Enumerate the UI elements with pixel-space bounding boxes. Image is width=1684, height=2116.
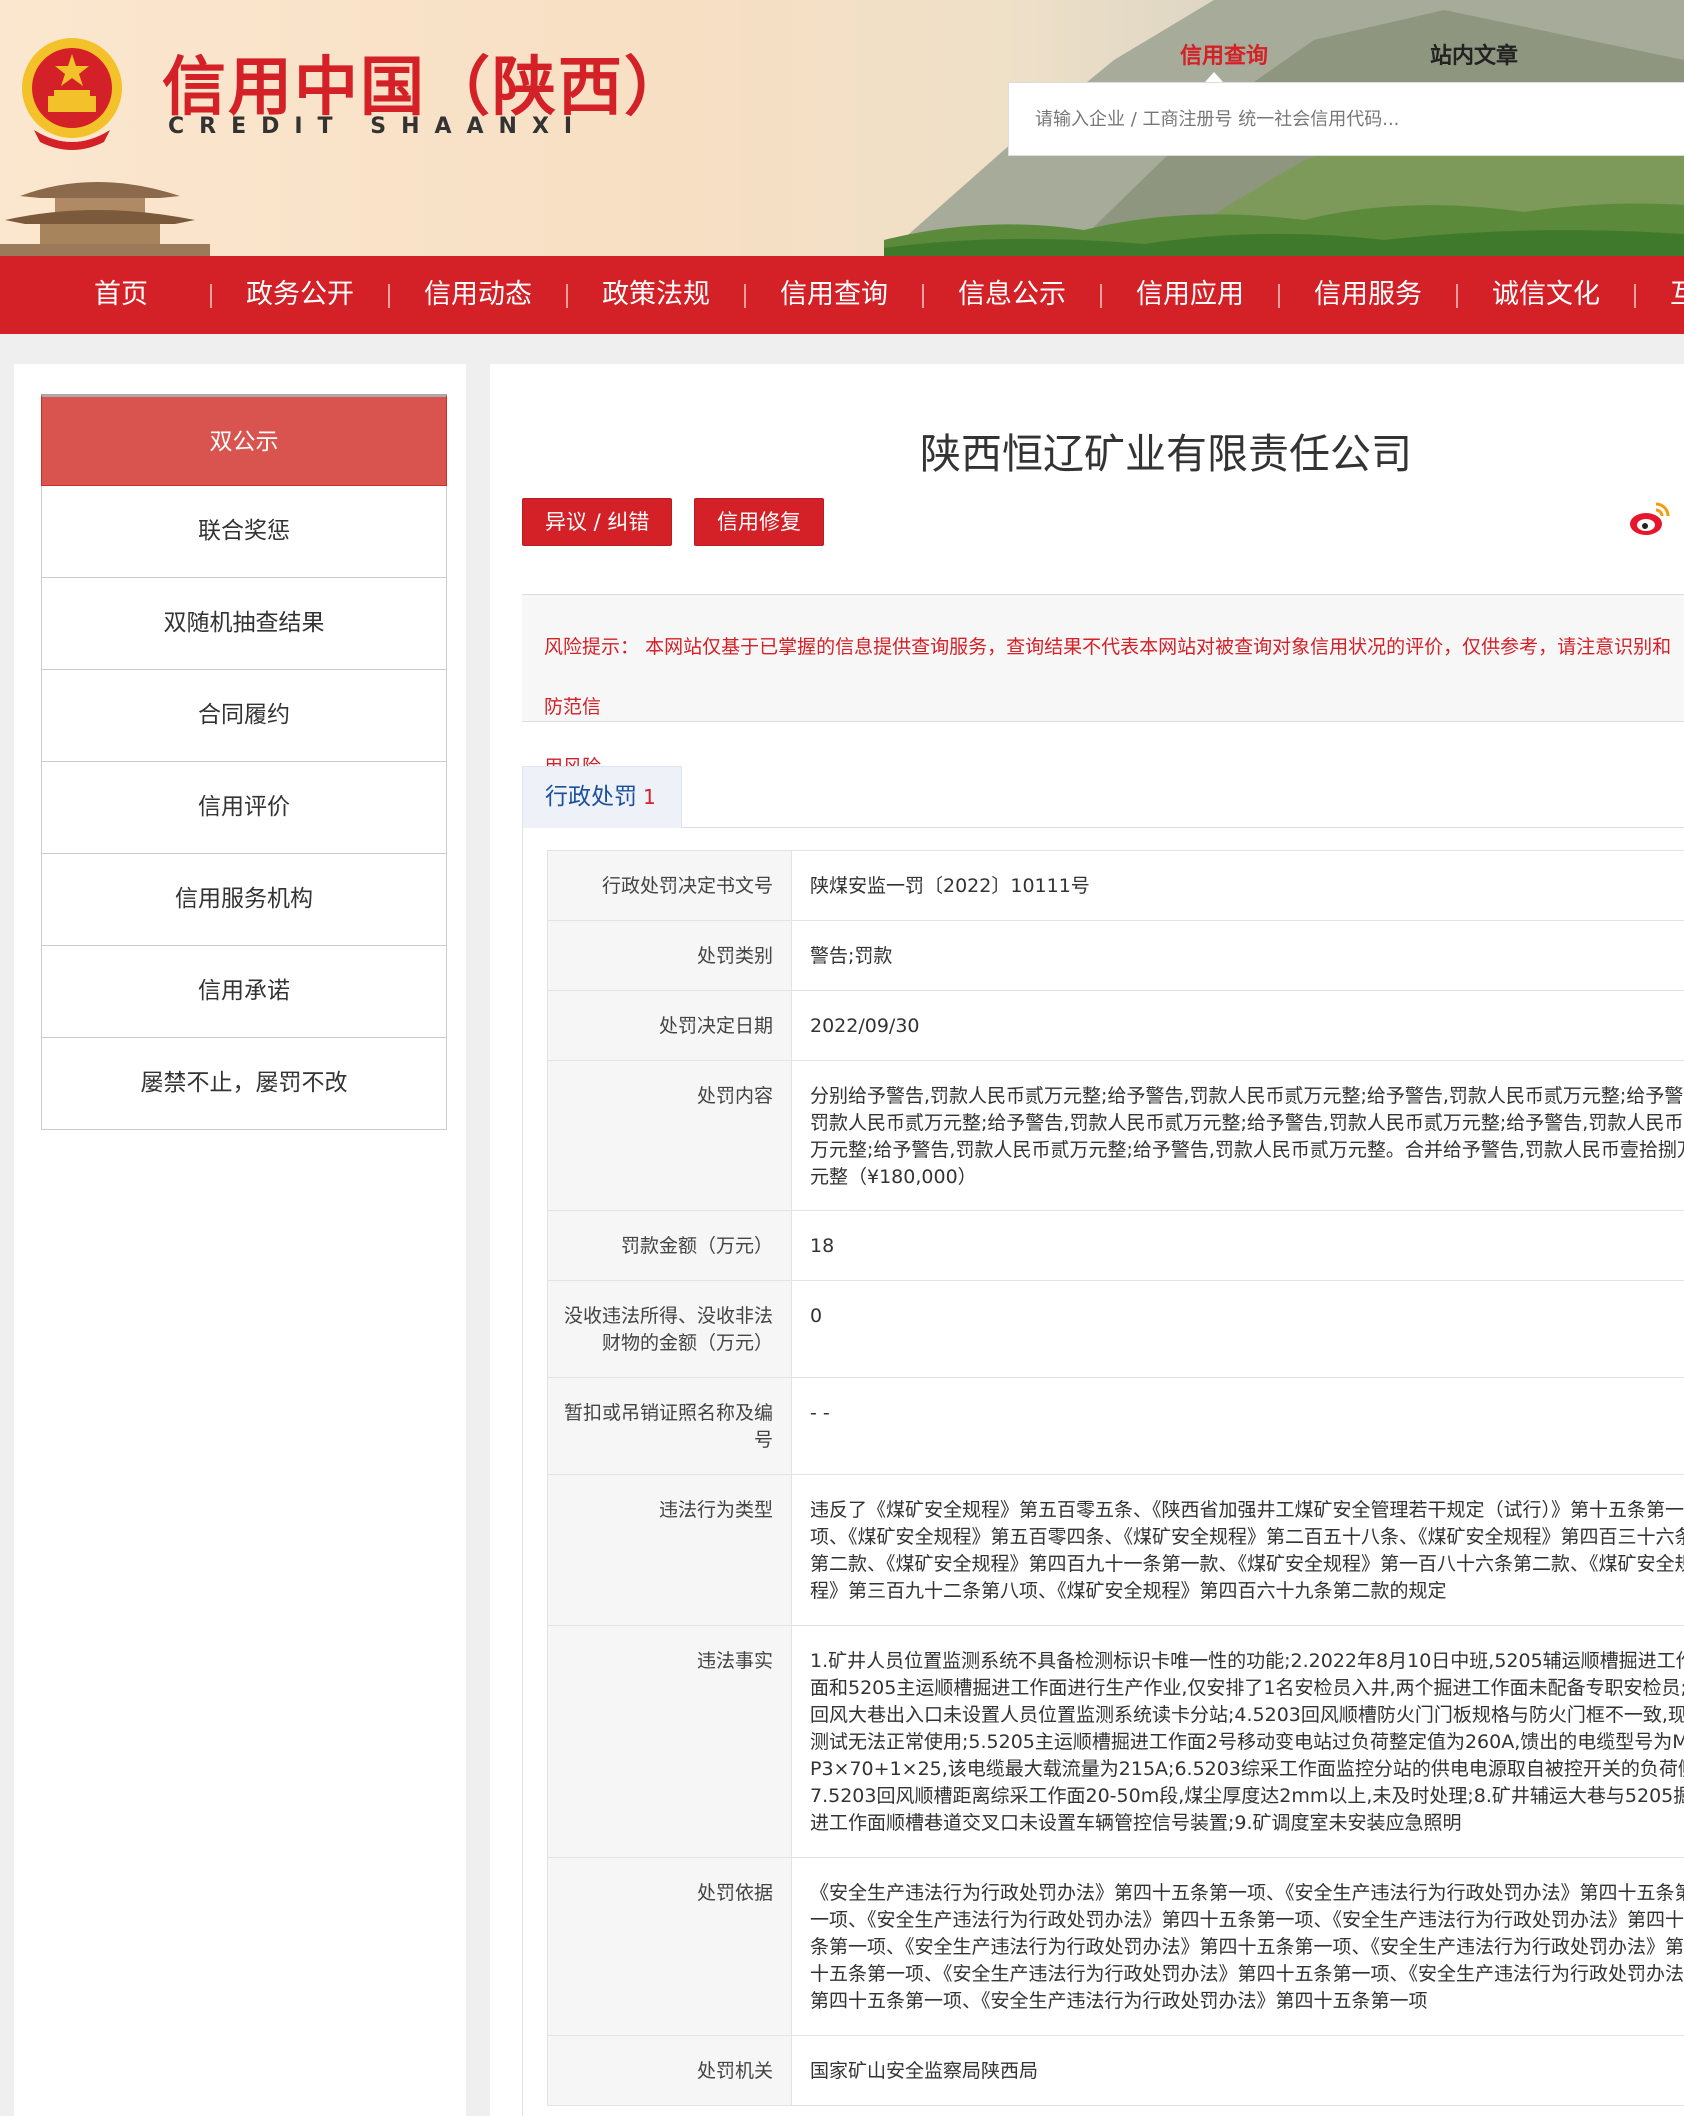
nav-separator <box>744 284 746 308</box>
nav-item-credit-application[interactable]: 信用应用 <box>1136 256 1244 334</box>
table-row: 暂扣或吊销证照名称及编号 - - <box>547 1377 1684 1475</box>
row-value: 2022/09/30 <box>791 990 1684 1061</box>
row-value-text: 违反了《煤矿安全规程》第五百零五条、《陕西省加强井工煤矿安全管理若干规定（试行）… <box>810 1499 1684 1602</box>
nav-item-credit-service[interactable]: 信用服务 <box>1314 256 1422 334</box>
row-value: 0 <box>791 1280 1684 1378</box>
table-row: 处罚类别 警告;罚款 <box>547 920 1684 991</box>
table-row: 处罚决定日期 2022/09/30 <box>547 990 1684 1061</box>
penalty-panel: 行政处罚决定书文号 陕煤安监一罚〔2022〕10111号 处罚类别 警告;罚款 … <box>522 828 1684 2116</box>
row-label: 违法行为类型 <box>547 1474 792 1626</box>
tab-credit-query[interactable]: 信用查询 <box>1180 38 1268 70</box>
nav-item-policy[interactable]: 政策法规 <box>602 256 710 334</box>
table-row: 行政处罚决定书文号 陕煤安监一罚〔2022〕10111号 <box>547 850 1684 921</box>
nav-separator <box>1456 284 1458 308</box>
row-label: 没收违法所得、没收非法财物的金额（万元） <box>547 1280 792 1378</box>
tab-label: 行政处罚 <box>545 784 637 810</box>
tab-administrative-penalty[interactable]: 行政处罚 1 <box>522 766 682 828</box>
sidebar: 双公示 联合奖惩 双随机抽查结果 合同履约 信用评价 信用服务机构 信用承诺 屡… <box>14 364 466 2116</box>
sidebar-item-credit-evaluation[interactable]: 信用评价 <box>41 762 447 854</box>
sidebar-item-credit-commitment[interactable]: 信用承诺 <box>41 946 447 1038</box>
tab-indicator-arrow <box>1205 72 1223 82</box>
sidebar-item-credit-service-agency[interactable]: 信用服务机构 <box>41 854 447 946</box>
company-name: 陕西恒辽矿业有限责任公司 <box>920 430 1412 478</box>
row-label: 处罚机关 <box>547 2035 792 2106</box>
row-value: 1.矿井人员位置监测系统不具备检测标识卡唯一性的功能;2.2022年8月10日中… <box>791 1625 1684 1858</box>
nav-item-government-affairs[interactable]: 政务公开 <box>246 256 354 334</box>
nav-item-more[interactable]: 互 <box>1670 256 1684 334</box>
site-subtitle: CREDIT SHAANXI <box>168 114 588 139</box>
row-label: 处罚内容 <box>547 1060 792 1211</box>
tab-count-badge: 1 <box>643 785 656 809</box>
row-label: 处罚依据 <box>547 1857 792 2036</box>
row-value: 国家矿山安全监察局陕西局 <box>791 2035 1684 2106</box>
risk-notice-label: 风险提示： <box>544 636 640 658</box>
row-value: 违反了《煤矿安全规程》第五百零五条、《陕西省加强井工煤矿安全管理若干规定（试行）… <box>791 1474 1684 1626</box>
nav-item-info-disclosure[interactable]: 信息公示 <box>958 256 1066 334</box>
main-nav: 首页 政务公开 信用动态 政策法规 信用查询 信息公示 信用应用 信用服务 诚信… <box>0 256 1684 334</box>
sidebar-item-contract-performance[interactable]: 合同履约 <box>41 670 447 762</box>
row-label: 暂扣或吊销证照名称及编号 <box>547 1377 792 1475</box>
table-row: 处罚内容 分别给予警告,罚款人民币贰万元整;给予警告,罚款人民币贰万元整;给予警… <box>547 1060 1684 1211</box>
row-value: 警告;罚款 <box>791 920 1684 991</box>
nav-separator <box>922 284 924 308</box>
row-label: 处罚决定日期 <box>547 990 792 1061</box>
nav-separator <box>1100 284 1102 308</box>
sidebar-menu: 双公示 联合奖惩 双随机抽查结果 合同履约 信用评价 信用服务机构 信用承诺 屡… <box>41 394 447 1130</box>
table-row: 处罚依据 《安全生产违法行为行政处罚办法》第四十五条第一项、《安全生产违法行为行… <box>547 1857 1684 2036</box>
row-value: 陕煤安监一罚〔2022〕10111号 <box>791 850 1684 921</box>
row-value: 分别给予警告,罚款人民币贰万元整;给予警告,罚款人民币贰万元整;给予警告,罚款人… <box>791 1060 1684 1211</box>
national-emblem-icon <box>22 38 122 150</box>
sidebar-item-repeat-offenders[interactable]: 屡禁不止，屡罚不改 <box>41 1038 447 1130</box>
nav-item-credit-query[interactable]: 信用查询 <box>780 256 888 334</box>
site-header: 信用中国（陕西） CREDIT SHAANXI 信用查询 站内文章 <box>0 0 1684 256</box>
table-row: 罚款金额（万元） 18 <box>547 1210 1684 1281</box>
nav-separator <box>388 284 390 308</box>
sidebar-item-double-disclosure[interactable]: 双公示 <box>41 394 447 486</box>
nav-separator <box>566 284 568 308</box>
table-row: 处罚机关 国家矿山安全监察局陕西局 <box>547 2035 1684 2106</box>
table-row: 没收违法所得、没收非法财物的金额（万元） 0 <box>547 1280 1684 1378</box>
row-label: 处罚类别 <box>547 920 792 991</box>
nav-item-home[interactable]: 首页 <box>94 256 148 334</box>
row-value-text: 分别给予警告,罚款人民币贰万元整;给予警告,罚款人民币贰万元整;给予警告,罚款人… <box>810 1085 1684 1188</box>
objection-correction-button[interactable]: 异议 / 纠错 <box>522 498 673 546</box>
row-label: 行政处罚决定书文号 <box>547 850 792 921</box>
tab-site-article[interactable]: 站内文章 <box>1430 38 1518 70</box>
sidebar-item-random-inspection[interactable]: 双随机抽查结果 <box>41 578 447 670</box>
penalty-detail-table: 行政处罚决定书文号 陕煤安监一罚〔2022〕10111号 处罚类别 警告;罚款 … <box>547 850 1684 2106</box>
risk-notice-text: 本网站仅基于已掌握的信息提供查询服务，查询结果不代表本网站对被查询对象信用状况的… <box>544 636 1672 718</box>
row-label: 违法事实 <box>547 1625 792 1858</box>
row-value-text: 1.矿井人员位置监测系统不具备检测标识卡唯一性的功能;2.2022年8月10日中… <box>810 1650 1684 1834</box>
search-tabs: 信用查询 站内文章 <box>1180 38 1580 70</box>
pagoda-illustration <box>0 182 210 256</box>
search-input[interactable] <box>1009 83 1684 155</box>
credit-repair-button[interactable]: 信用修复 <box>694 498 824 546</box>
row-value: - - <box>791 1377 1684 1475</box>
weibo-share-icon[interactable] <box>1628 496 1672 540</box>
row-value: 18 <box>791 1210 1684 1281</box>
table-row: 违法行为类型 违反了《煤矿安全规程》第五百零五条、《陕西省加强井工煤矿安全管理若… <box>547 1474 1684 1626</box>
table-row: 违法事实 1.矿井人员位置监测系统不具备检测标识卡唯一性的功能;2.2022年8… <box>547 1625 1684 1858</box>
sidebar-item-joint-reward-punishment[interactable]: 联合奖惩 <box>41 486 447 578</box>
nav-item-integrity-culture[interactable]: 诚信文化 <box>1492 256 1600 334</box>
row-value-text: 《安全生产违法行为行政处罚办法》第四十五条第一项、《安全生产违法行为行政处罚办法… <box>810 1882 1684 2012</box>
row-value: 《安全生产违法行为行政处罚办法》第四十五条第一项、《安全生产违法行为行政处罚办法… <box>791 1857 1684 2036</box>
row-label: 罚款金额（万元） <box>547 1210 792 1281</box>
main-content: 陕西恒辽矿业有限责任公司 异议 / 纠错 信用修复 风险提示： 本网站仅基于已掌… <box>490 364 1684 2116</box>
record-tabs: 行政处罚 1 <box>522 766 1684 828</box>
nav-separator <box>210 284 212 308</box>
nav-separator <box>1634 284 1636 308</box>
search-box <box>1008 82 1684 156</box>
nav-separator <box>1278 284 1280 308</box>
nav-item-credit-news[interactable]: 信用动态 <box>424 256 532 334</box>
risk-notice: 风险提示： 本网站仅基于已掌握的信息提供查询服务，查询结果不代表本网站对被查询对… <box>522 594 1684 778</box>
